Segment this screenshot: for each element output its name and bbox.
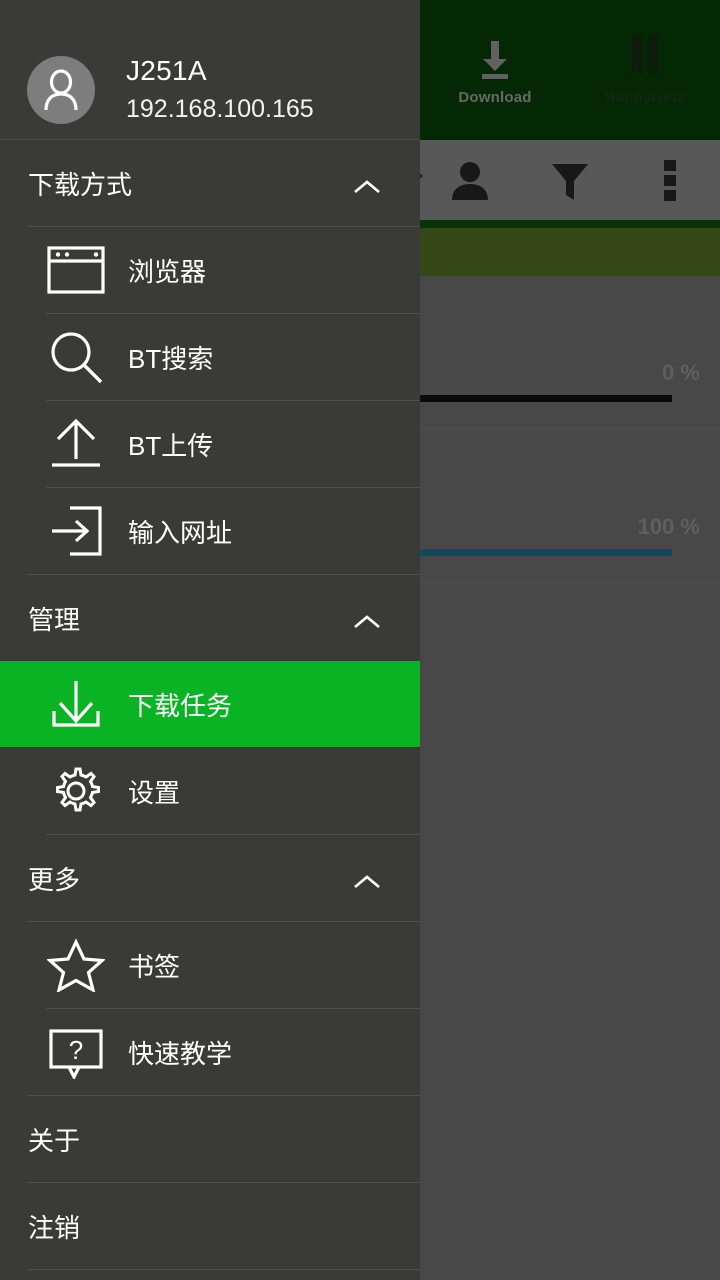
question-help-icon: ? xyxy=(46,1025,106,1079)
upload-arrow-icon xyxy=(46,417,106,471)
section-title: 更多 xyxy=(28,860,80,897)
drawer-item-label: 下载任务 xyxy=(128,686,232,723)
enter-url-icon xyxy=(46,504,106,558)
drawer-item-browser[interactable]: 浏览器 xyxy=(0,227,420,313)
header-tabs: Download HappyGet2 xyxy=(420,0,720,140)
person-icon[interactable] xyxy=(437,147,503,213)
drawer-item-enter-url[interactable]: 输入网址 xyxy=(0,488,420,574)
drawer-item-bt-upload[interactable]: BT上传 xyxy=(0,401,420,487)
download-percent: 0 % xyxy=(662,360,700,386)
drawer-item-label: 浏览器 xyxy=(128,252,206,289)
drawer-item-label: 设置 xyxy=(128,773,180,810)
tab-download-label: Download xyxy=(458,89,531,106)
tab-happyget2-label: HappyGet2 xyxy=(605,89,686,106)
divider xyxy=(28,1269,420,1270)
drawer-item-label: 关于 xyxy=(28,1121,80,1158)
drawer-item-label: 快速教学 xyxy=(128,1034,232,1071)
profile-username: J251A xyxy=(126,55,207,87)
drawer-item-label: BT搜索 xyxy=(128,339,213,376)
happyget-logo-icon xyxy=(625,35,665,81)
download-tasks-icon xyxy=(46,677,106,731)
drawer-item-label: BT上传 xyxy=(128,426,213,463)
overflow-menu-icon[interactable] xyxy=(637,147,703,213)
download-percent: 100 % xyxy=(638,514,700,540)
person-avatar-icon xyxy=(27,56,95,124)
tab-download[interactable]: Download xyxy=(430,35,560,106)
section-header-management[interactable]: 管理 xyxy=(0,575,420,661)
chevron-up-icon xyxy=(352,873,382,891)
tab-happyget2[interactable]: HappyGet2 xyxy=(580,35,710,106)
settings-gear-icon xyxy=(46,763,106,819)
section-title: 下载方式 xyxy=(28,165,132,202)
chevron-up-icon xyxy=(352,178,382,196)
chevron-up-icon xyxy=(352,613,382,631)
section-header-more[interactable]: 更多 xyxy=(0,835,420,921)
section-header-download-methods[interactable]: 下载方式 xyxy=(0,140,420,226)
drawer-item-logout[interactable]: 注销 xyxy=(0,1183,420,1269)
star-bookmark-icon xyxy=(46,938,106,992)
app-screen: Download HappyGet2 xyxy=(0,0,720,1280)
search-magnifier-icon xyxy=(46,329,106,385)
drawer-item-about[interactable]: 关于 xyxy=(0,1096,420,1182)
section-title: 管理 xyxy=(28,600,80,637)
drawer-profile-header[interactable]: J251A 192.168.100.165 xyxy=(0,0,420,140)
navigation-drawer: J251A 192.168.100.165 下载方式 浏览器 xyxy=(0,0,420,1280)
browser-window-icon xyxy=(46,245,106,295)
download-arrow-icon xyxy=(475,35,515,81)
drawer-item-bt-search[interactable]: BT搜索 xyxy=(0,314,420,400)
drawer-item-quick-tutorial[interactable]: ? 快速教学 xyxy=(0,1009,420,1095)
drawer-item-bookmarks[interactable]: 书签 xyxy=(0,922,420,1008)
drawer-item-label: 输入网址 xyxy=(128,513,232,550)
drawer-item-settings[interactable]: 设置 xyxy=(0,748,420,834)
drawer-item-label: 书签 xyxy=(128,947,180,984)
filter-icon[interactable] xyxy=(537,147,603,213)
drawer-item-label: 注销 xyxy=(28,1208,80,1245)
drawer-item-download-tasks[interactable]: 下载任务 xyxy=(0,661,420,747)
svg-text:?: ? xyxy=(69,1035,83,1065)
profile-ip-address: 192.168.100.165 xyxy=(126,95,314,124)
